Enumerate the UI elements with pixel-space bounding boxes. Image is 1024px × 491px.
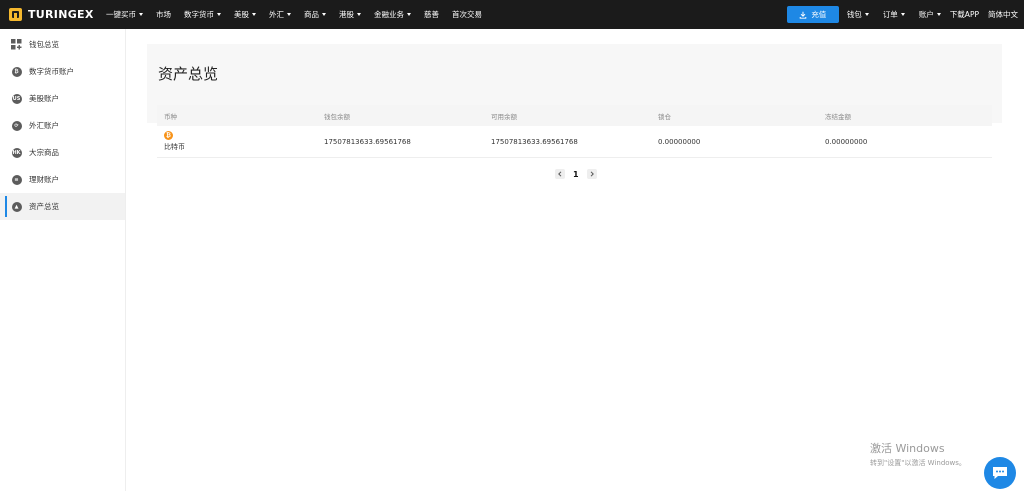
sidebar-item-label: 数字货币账户 xyxy=(29,67,74,76)
sidebar-item-assets-overview[interactable]: ▲ 资产总览 xyxy=(0,193,125,220)
locked-cell: 0.00000000 xyxy=(658,137,701,146)
nav-label: 简体中文 xyxy=(988,10,1018,19)
grid-icon xyxy=(11,39,22,50)
wallet-balance-cell: 17507813633.69561768 xyxy=(324,137,411,146)
brand-name: TURINGEX xyxy=(28,8,94,21)
column-header-coin: 币种 xyxy=(164,112,177,121)
nav-label: 慈善 xyxy=(424,10,439,19)
caret-down-icon xyxy=(900,13,905,16)
prev-page-button[interactable] xyxy=(555,169,565,179)
nav-label: 下载APP xyxy=(949,10,979,19)
assets-table: 币种 钱包余额 可用余额 锁仓 冻结金额 ₿ 比特币 17507813633.6… xyxy=(157,105,992,158)
right-nav: 充值 钱包 订单 账户 下载APP 简体中文 xyxy=(786,0,1024,29)
main-nav: 一键买币 市场 数字货币 美股 外汇 商品 港股 金融业务 慈善 首次交易 xyxy=(106,0,495,29)
table-header: 币种 钱包余额 可用余额 锁仓 冻结金额 xyxy=(157,105,992,126)
sidebar-item-label: 外汇账户 xyxy=(29,121,59,130)
watermark-title: 激活 Windows xyxy=(870,442,945,455)
column-header-locked: 锁仓 xyxy=(658,112,671,121)
watermark-subtitle: 转到"设置"以激活 Windows。 xyxy=(870,459,966,467)
coin-cell: ₿ 比特币 xyxy=(157,131,324,152)
main-content: 资产总览 币种 钱包余额 可用余额 锁仓 冻结金额 ₿ 比特币 17507813… xyxy=(126,29,1024,491)
page-title: 资产总览 xyxy=(158,65,219,83)
sidebar: 钱包总览 ₿ 数字货币账户 US 美股账户 ⟳ 外汇账户 HK 大宗商品 ≡ 理… xyxy=(0,29,126,491)
nav-label: 港股 xyxy=(339,10,354,19)
chevron-left-icon xyxy=(558,171,562,177)
pagination: 1 xyxy=(555,169,597,179)
sidebar-item-label: 理财账户 xyxy=(29,175,59,184)
deposit-label: 充值 xyxy=(811,10,827,19)
nav-item-hk-stocks[interactable]: 港股 xyxy=(339,9,361,20)
sidebar-item-label: 钱包总览 xyxy=(29,40,59,49)
caret-down-icon xyxy=(936,13,941,16)
assets-icon: ▲ xyxy=(11,201,22,212)
sidebar-item-us-stock-account[interactable]: US 美股账户 xyxy=(0,85,125,112)
nav-label: 市场 xyxy=(156,10,171,19)
nav-item-us-stocks[interactable]: 美股 xyxy=(234,9,256,20)
available-balance-cell: 17507813633.69561768 xyxy=(491,137,578,146)
caret-down-icon xyxy=(252,13,256,16)
caret-down-icon xyxy=(407,13,411,16)
nav-item-quick-buy[interactable]: 一键买币 xyxy=(106,9,143,20)
nav-label: 数字货币 xyxy=(184,10,214,19)
nav-label: 金融业务 xyxy=(374,10,404,19)
chevron-right-icon xyxy=(590,171,594,177)
sidebar-item-forex-account[interactable]: ⟳ 外汇账户 xyxy=(0,112,125,139)
column-header-available: 可用余额 xyxy=(491,112,517,121)
sidebar-item-label: 美股账户 xyxy=(29,94,59,103)
us-stock-icon: US xyxy=(11,93,22,104)
nav-label: 钱包 xyxy=(846,10,862,19)
nav-item-first-trade[interactable]: 首次交易 xyxy=(452,9,482,20)
sidebar-item-crypto-account[interactable]: ₿ 数字货币账户 xyxy=(0,58,125,85)
deposit-button[interactable]: 充值 xyxy=(786,6,839,23)
coin-name: 比特币 xyxy=(164,143,185,151)
bitcoin-icon: ₿ xyxy=(164,131,173,140)
caret-down-icon xyxy=(139,13,143,16)
download-icon xyxy=(800,11,807,19)
sidebar-item-label: 资产总览 xyxy=(29,202,59,211)
nav-label: 账户 xyxy=(918,10,934,19)
commodity-icon: HK xyxy=(11,147,22,158)
brand-logo[interactable]: TURINGEX xyxy=(9,8,106,21)
current-page-number[interactable]: 1 xyxy=(573,170,579,179)
next-page-button[interactable] xyxy=(586,169,597,179)
crypto-icon: ₿ xyxy=(11,66,22,77)
nav-label: 一键买币 xyxy=(106,10,136,19)
nav-item-commodities[interactable]: 商品 xyxy=(304,9,326,20)
forex-icon: ⟳ xyxy=(11,120,22,131)
sidebar-item-commodities[interactable]: HK 大宗商品 xyxy=(0,139,125,166)
table-row: ₿ 比特币 17507813633.69561768 17507813633.6… xyxy=(157,126,992,158)
language-selector[interactable]: 简体中文 xyxy=(988,9,1018,20)
frozen-cell: 0.00000000 xyxy=(825,137,868,146)
sidebar-item-finance-account[interactable]: ≡ 理财账户 xyxy=(0,166,125,193)
caret-down-icon xyxy=(864,13,869,16)
nav-item-wallet[interactable]: 钱包 xyxy=(847,9,869,20)
column-header-wallet-balance: 钱包余额 xyxy=(324,112,350,121)
nav-item-account[interactable]: 账户 xyxy=(919,9,941,20)
caret-down-icon xyxy=(217,13,221,16)
nav-label: 美股 xyxy=(234,10,249,19)
live-chat-button[interactable] xyxy=(984,457,1016,489)
nav-label: 首次交易 xyxy=(452,10,482,19)
nav-label: 外汇 xyxy=(269,10,284,19)
windows-activation-watermark: 激活 Windows 转到"设置"以激活 Windows。 xyxy=(870,440,966,468)
nav-label: 商品 xyxy=(304,10,319,19)
nav-item-crypto[interactable]: 数字货币 xyxy=(184,9,221,20)
nav-item-market[interactable]: 市场 xyxy=(156,9,171,20)
caret-down-icon xyxy=(287,13,291,16)
sidebar-item-label: 大宗商品 xyxy=(29,148,59,157)
caret-down-icon xyxy=(357,13,361,16)
sidebar-item-wallet-overview[interactable]: 钱包总览 xyxy=(0,31,125,58)
finance-icon: ≡ xyxy=(11,174,22,185)
column-header-frozen: 冻结金额 xyxy=(825,112,851,121)
nav-item-download-app[interactable]: 下载APP xyxy=(950,9,979,20)
nav-item-orders[interactable]: 订单 xyxy=(883,9,905,20)
caret-down-icon xyxy=(322,13,326,16)
nav-item-forex[interactable]: 外汇 xyxy=(269,9,291,20)
top-navbar: TURINGEX 一键买币 市场 数字货币 美股 外汇 商品 港股 金融业务 慈… xyxy=(0,0,1024,29)
chat-icon xyxy=(993,467,1007,479)
logo-icon xyxy=(9,8,22,21)
nav-label: 订单 xyxy=(882,10,898,19)
nav-item-charity[interactable]: 慈善 xyxy=(424,9,439,20)
nav-item-finance[interactable]: 金融业务 xyxy=(374,9,411,20)
